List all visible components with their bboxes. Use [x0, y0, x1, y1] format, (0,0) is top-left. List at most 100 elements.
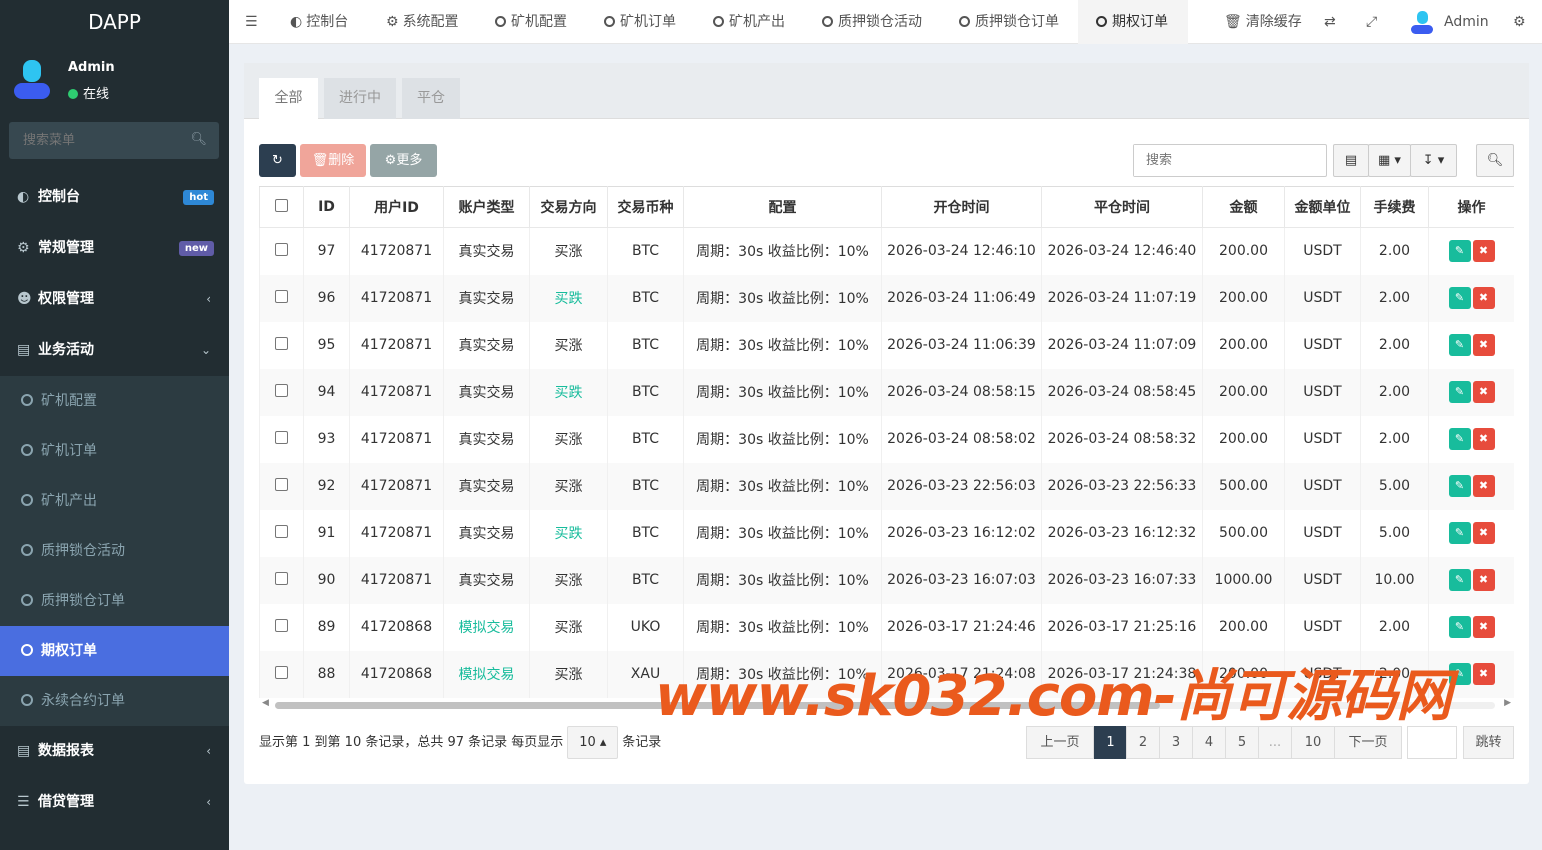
- more-button[interactable]: ⚙更多: [370, 144, 437, 177]
- sidebar-item-loans[interactable]: ☰ 借贷管理 ‹: [0, 777, 229, 828]
- sidebar-search-input[interactable]: [9, 122, 179, 159]
- table-row[interactable]: 91 41720871 真实交易 买跌 BTC 周期：30s 收益比例：10% 2026-0…: [259, 509, 1514, 557]
- table-row[interactable]: 96 41720871 真实交易 买跌 BTC 周期：30s 收益比例：10% 2026-0…: [259, 274, 1514, 322]
- edit-button[interactable]: ✎: [1448, 569, 1471, 591]
- table-search-input[interactable]: [1134, 145, 1324, 176]
- table-row[interactable]: 94 41720871 真实交易 买跌 BTC 周期：30s 收益比例：10% 2026-0…: [259, 368, 1514, 416]
- scroll-left-arrow-icon[interactable]: ◀: [262, 698, 269, 708]
- sidebar-item-option-orders[interactable]: 期权订单: [0, 626, 229, 676]
- edit-button[interactable]: ✎: [1448, 616, 1471, 638]
- page-button-5[interactable]: 5: [1225, 726, 1259, 759]
- tab-option-orders[interactable]: 期权订单: [1078, 0, 1188, 44]
- delete-row-button[interactable]: ✖: [1472, 569, 1495, 591]
- tab-staking-orders[interactable]: 质押锁仓订单: [959, 0, 1059, 44]
- delete-row-button[interactable]: ✖: [1472, 381, 1495, 403]
- row-checkbox[interactable]: [275, 384, 288, 397]
- column-header[interactable]: 交易币种: [607, 186, 684, 228]
- select-all-checkbox[interactable]: [275, 199, 288, 212]
- prev-page-button[interactable]: 上一页: [1026, 726, 1094, 759]
- delete-row-button[interactable]: ✖: [1472, 663, 1495, 685]
- sidebar-item-perpetual-orders[interactable]: 永续合约订单: [0, 676, 229, 726]
- toggle-view-button[interactable]: ▤: [1333, 144, 1369, 177]
- tab-miner-orders[interactable]: 矿机订单: [604, 0, 676, 44]
- sidebar-item-staking-orders[interactable]: 质押锁仓订单: [0, 576, 229, 626]
- delete-row-button[interactable]: ✖: [1472, 616, 1495, 638]
- row-checkbox[interactable]: [275, 619, 288, 632]
- delete-row-button[interactable]: ✖: [1472, 287, 1495, 309]
- row-checkbox[interactable]: [275, 666, 288, 679]
- sidebar-item-miner-orders[interactable]: 矿机订单: [0, 426, 229, 476]
- jump-button[interactable]: 跳转: [1463, 726, 1514, 759]
- column-header[interactable]: 账户类型: [443, 186, 530, 228]
- sidebar-item-general[interactable]: ⚙ 常规管理 new: [0, 223, 229, 274]
- tab-dashboard[interactable]: ◐ 控制台: [290, 0, 348, 44]
- app-logo[interactable]: DAPP: [0, 0, 229, 44]
- edit-button[interactable]: ✎: [1448, 240, 1471, 263]
- page-button-2[interactable]: 2: [1126, 726, 1160, 759]
- clear-cache-button[interactable]: 🗑︎ 清除缓存: [1224, 0, 1302, 44]
- table-row[interactable]: 92 41720871 真实交易 买涨 BTC 周期：30s 收益比例：10% 2026-0…: [259, 462, 1514, 510]
- delete-row-button[interactable]: ✖: [1472, 475, 1495, 497]
- delete-row-button[interactable]: ✖: [1472, 334, 1495, 356]
- search-button[interactable]: 🔍︎: [1476, 144, 1514, 177]
- fullscreen-icon[interactable]: ⤢: [1366, 0, 1377, 44]
- jump-page-input[interactable]: [1407, 726, 1457, 759]
- tab-closed[interactable]: 平仓: [402, 78, 460, 119]
- column-header[interactable]: 平仓时间: [1041, 186, 1203, 228]
- admin-menu[interactable]: Admin: [1444, 0, 1489, 44]
- column-header[interactable]: ID: [303, 186, 350, 228]
- edit-button[interactable]: ✎: [1448, 334, 1471, 356]
- row-checkbox[interactable]: [275, 572, 288, 585]
- edit-button[interactable]: ✎: [1448, 381, 1471, 403]
- page-button-1[interactable]: 1: [1094, 726, 1127, 759]
- row-checkbox[interactable]: [275, 478, 288, 491]
- column-header[interactable]: 用户ID: [349, 186, 444, 228]
- row-checkbox[interactable]: [275, 525, 288, 538]
- edit-button[interactable]: ✎: [1448, 428, 1471, 450]
- edit-button[interactable]: ✎: [1448, 287, 1471, 309]
- table-row[interactable]: 93 41720871 真实交易 买涨 BTC 周期：30s 收益比例：10% 2026-0…: [259, 415, 1514, 463]
- page-button-4[interactable]: 4: [1192, 726, 1226, 759]
- sidebar-item-miner-output[interactable]: 矿机产出: [0, 476, 229, 526]
- language-icon[interactable]: ⇄: [1324, 0, 1336, 44]
- column-header[interactable]: 开仓时间: [881, 186, 1042, 228]
- export-button[interactable]: ↧ ▾: [1410, 144, 1457, 177]
- tab-staking-activity[interactable]: 质押锁仓活动: [822, 0, 922, 44]
- sidebar-item-business[interactable]: ▤ 业务活动 ⌄: [0, 325, 229, 376]
- column-header[interactable]: 金额单位: [1284, 186, 1361, 228]
- table-row[interactable]: 90 41720871 真实交易 买涨 BTC 周期：30s 收益比例：10% 2026-0…: [259, 556, 1514, 604]
- page-size-select[interactable]: 10 ▴: [567, 726, 619, 759]
- columns-button[interactable]: ▦ ▾: [1368, 144, 1411, 177]
- sidebar-item-permission[interactable]: ☻ 权限管理 ‹: [0, 274, 229, 325]
- column-header[interactable]: 金额: [1202, 186, 1285, 228]
- delete-row-button[interactable]: ✖: [1472, 522, 1495, 544]
- menu-toggle-icon[interactable]: ☰: [245, 0, 258, 44]
- edit-button[interactable]: ✎: [1448, 522, 1471, 544]
- tab-in-progress[interactable]: 进行中: [324, 78, 396, 119]
- settings-gear-icon[interactable]: ⚙: [1513, 0, 1526, 44]
- column-header[interactable]: 交易方向: [529, 186, 608, 228]
- sidebar-item-miner-config[interactable]: 矿机配置: [0, 376, 229, 426]
- tab-all[interactable]: 全部: [259, 78, 318, 119]
- tab-miner-output[interactable]: 矿机产出: [713, 0, 785, 44]
- column-header[interactable]: 手续费: [1360, 186, 1429, 228]
- edit-button[interactable]: ✎: [1448, 475, 1471, 497]
- row-checkbox[interactable]: [275, 243, 288, 257]
- refresh-button[interactable]: ↻: [259, 144, 296, 177]
- edit-button[interactable]: ✎: [1448, 663, 1471, 685]
- delete-row-button[interactable]: ✖: [1472, 428, 1495, 450]
- table-row[interactable]: 95 41720871 真实交易 买涨 BTC 周期：30s 收益比例：10% 2026-0…: [259, 321, 1514, 369]
- table-row[interactable]: 97 41720871 真实交易 买涨 BTC 周期：30s 收益比例：10% 2026-0…: [259, 227, 1514, 275]
- tab-system-config[interactable]: ⚙ 系统配置: [386, 0, 459, 44]
- tab-miner-config[interactable]: 矿机配置: [495, 0, 567, 44]
- page-button-10[interactable]: 10: [1291, 726, 1335, 759]
- sidebar-item-staking-activity[interactable]: 质押锁仓活动: [0, 526, 229, 576]
- sidebar-item-reports[interactable]: ▤ 数据报表 ‹: [0, 726, 229, 777]
- row-checkbox[interactable]: [275, 431, 288, 444]
- next-page-button[interactable]: 下一页: [1334, 726, 1402, 759]
- row-checkbox[interactable]: [275, 290, 288, 303]
- scroll-right-arrow-icon[interactable]: ▶: [1504, 698, 1511, 708]
- sidebar-item-dashboard[interactable]: ◐ 控制台 hot: [0, 172, 229, 223]
- avatar[interactable]: [1411, 11, 1433, 35]
- table-row[interactable]: 89 41720868 模拟交易 买涨 UKO 周期：30s 收益比例：10% 2026-0…: [259, 603, 1514, 651]
